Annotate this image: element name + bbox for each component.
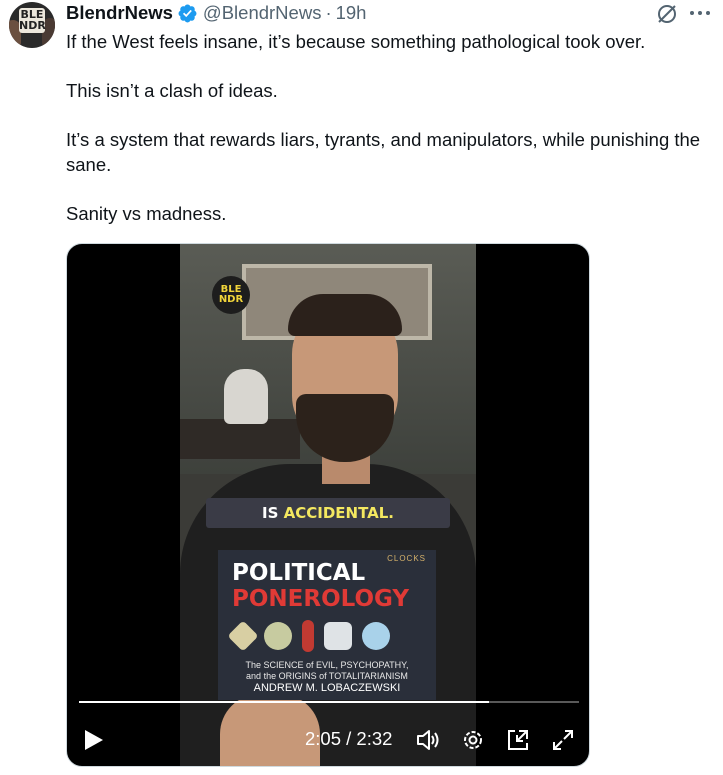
pill-icon xyxy=(362,622,390,650)
book-subtitle-line2: and the ORIGINS of TOTALITARIANISM xyxy=(246,671,408,681)
video-person-hair xyxy=(288,294,402,336)
book-publisher-mark: CLOCKS xyxy=(387,554,426,563)
tweet-header: BlendrNews @BlendrNews · 19h xyxy=(66,2,366,24)
more-icon[interactable] xyxy=(689,10,711,16)
video-progress-fill xyxy=(79,701,489,703)
avatar-logo: BLE NDR xyxy=(19,8,46,33)
settings-icon[interactable] xyxy=(460,727,486,753)
post-time[interactable]: 19h xyxy=(336,2,367,24)
author-name[interactable]: BlendrNews xyxy=(66,2,173,24)
book-title-line2: PONEROLOGY xyxy=(232,586,410,612)
tweet-text: If the West feels insane, it’s because s… xyxy=(66,29,716,250)
tweet-paragraph: Sanity vs madness. xyxy=(66,203,227,224)
author-handle[interactable]: @BlendrNews xyxy=(203,2,322,24)
video-frame[interactable]: BLE NDR IS ACCIDENTAL. CLOCKS POLITICAL … xyxy=(180,244,476,766)
video-background-shelf xyxy=(180,419,300,459)
book-subtitle-line1: The SCIENCE of EVIL, PSYCHOPATHY, xyxy=(245,660,409,670)
play-icon[interactable] xyxy=(83,728,105,752)
book-author: ANDREW M. LOBACZEWSKI xyxy=(253,682,401,694)
tweet-paragraph: If the West feels insane, it’s because s… xyxy=(66,31,646,52)
fullscreen-icon[interactable] xyxy=(550,727,576,753)
video-player[interactable]: BLE NDR IS ACCIDENTAL. CLOCKS POLITICAL … xyxy=(66,243,590,767)
video-time-readout: 2:05 / 2:32 xyxy=(305,728,393,749)
video-progress-bar[interactable] xyxy=(79,701,579,703)
video-caption: IS ACCIDENTAL. xyxy=(206,498,450,528)
verified-badge-icon[interactable] xyxy=(177,3,198,24)
avatar[interactable]: BLE NDR xyxy=(9,2,55,48)
picture-in-picture-icon[interactable] xyxy=(505,727,531,753)
book-cover: CLOCKS POLITICAL PONEROLOGY The SCIENCE … xyxy=(218,550,436,700)
separator-dot: · xyxy=(325,2,332,23)
pill-icon xyxy=(324,622,352,650)
book-title-line1: POLITICAL xyxy=(232,560,366,586)
tweet-paragraph: This isn’t a clash of ideas. xyxy=(66,80,278,101)
capsule-icon xyxy=(302,620,314,652)
book-pills xyxy=(227,620,436,652)
caption-highlight: ACCIDENTAL. xyxy=(283,504,394,522)
tweet-paragraph: It’s a system that rewards liars, tyrant… xyxy=(66,129,706,175)
grok-icon[interactable] xyxy=(655,2,679,26)
video-watermark-logo: BLE NDR xyxy=(212,276,250,314)
volume-icon[interactable] xyxy=(415,727,441,753)
caption-prefix: IS xyxy=(261,504,279,522)
pill-icon xyxy=(264,622,292,650)
video-background-bust xyxy=(224,369,268,424)
pill-icon xyxy=(227,620,259,652)
